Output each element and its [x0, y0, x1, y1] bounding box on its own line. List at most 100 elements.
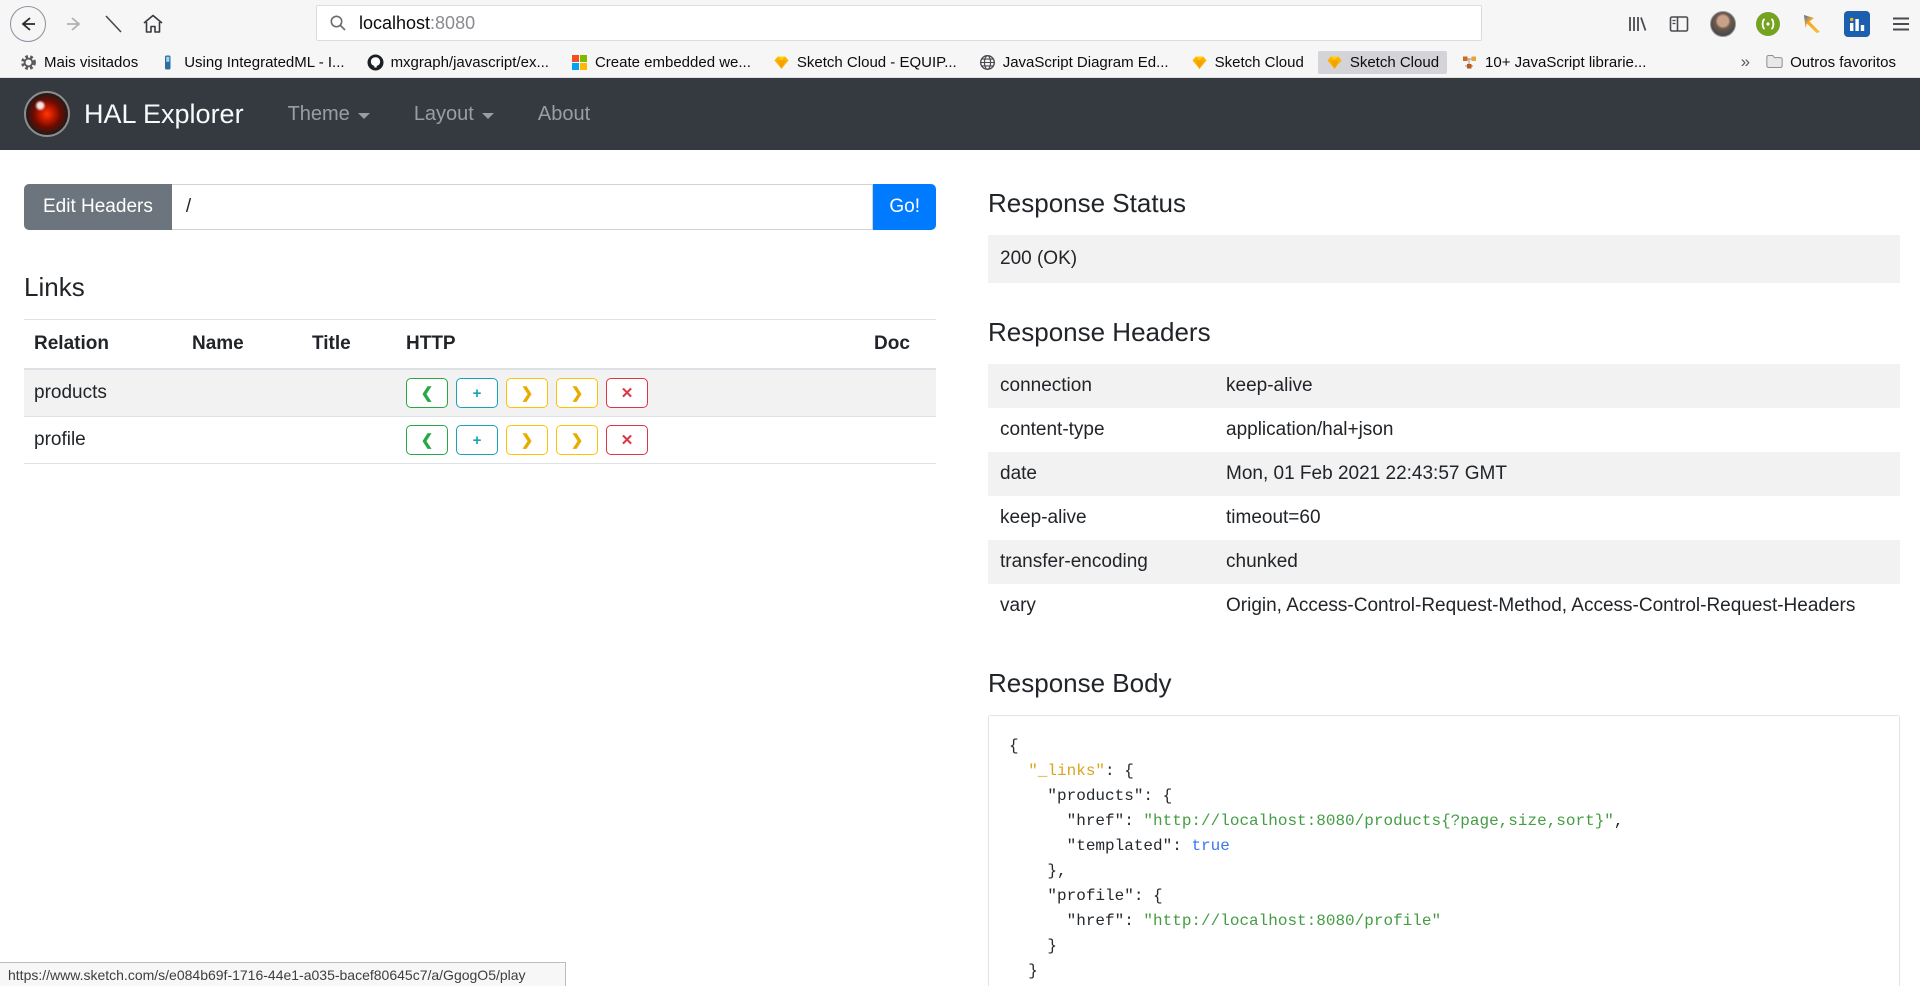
- sketch-diamond-icon: [1326, 54, 1343, 71]
- library-icon[interactable]: [1626, 13, 1648, 35]
- header-row: transfer-encoding chunked: [988, 540, 1900, 584]
- reload-button[interactable]: [102, 13, 124, 35]
- header-name: content-type: [988, 408, 1214, 452]
- doc-cell: [864, 369, 936, 417]
- response-status-table: 200 (OK): [988, 235, 1900, 283]
- caret-down-icon: [358, 113, 370, 119]
- http-get-button[interactable]: ❮: [406, 378, 448, 408]
- response-body-json: { "_links": { "products": { "href": "htt…: [1009, 734, 1879, 986]
- header-name: date: [988, 452, 1214, 496]
- header-row: content-type application/hal+json: [988, 408, 1900, 452]
- bookmark-label: Using IntegratedML - I...: [184, 54, 344, 71]
- col-relation: Relation: [24, 320, 182, 370]
- http-patch-button[interactable]: ❯: [556, 425, 598, 455]
- bookmark-label: Create embedded we...: [595, 54, 751, 71]
- doc-cell: [864, 417, 936, 464]
- header-name: vary: [988, 584, 1214, 628]
- header-value: timeout=60: [1214, 496, 1900, 540]
- home-button[interactable]: [142, 13, 164, 35]
- folder-icon: [1766, 54, 1783, 71]
- bookmark-label: Sketch Cloud: [1215, 54, 1304, 71]
- title-cell: [302, 369, 396, 417]
- header-value: application/hal+json: [1214, 408, 1900, 452]
- bookmarks-overflow-button[interactable]: »: [1731, 52, 1760, 72]
- bookmark-sketch-equip[interactable]: Sketch Cloud - EQUIP...: [765, 51, 965, 74]
- microsoft-icon: [571, 54, 588, 71]
- app-brand[interactable]: HAL Explorer: [84, 99, 244, 130]
- bookmark-js-libraries[interactable]: 10+ JavaScript librarie...: [1453, 51, 1654, 74]
- link-status-tooltip: https://www.sketch.com/s/e084b69f-1716-4…: [0, 962, 566, 986]
- request-bar: Edit Headers Go!: [24, 184, 936, 230]
- response-headers-title: Response Headers: [988, 317, 1900, 348]
- header-name: transfer-encoding: [988, 540, 1214, 584]
- app-nav-links: Theme Layout About: [288, 103, 591, 126]
- status-value: 200 (OK): [988, 235, 1900, 283]
- header-value: Origin, Access-Control-Request-Method, A…: [1214, 584, 1900, 628]
- other-favorites[interactable]: Outros favoritos: [1766, 54, 1908, 71]
- header-row: vary Origin, Access-Control-Request-Meth…: [988, 584, 1900, 628]
- back-button[interactable]: [10, 6, 46, 42]
- uri-input[interactable]: [172, 184, 874, 230]
- relation-cell: profile: [24, 417, 182, 464]
- sketch-diamond-icon: [1191, 54, 1208, 71]
- http-delete-button[interactable]: ✕: [606, 378, 648, 408]
- sketch-diamond-icon: [773, 54, 790, 71]
- col-doc: Doc: [864, 320, 936, 370]
- account-avatar[interactable]: [1710, 11, 1736, 37]
- links-table: Relation Name Title HTTP Doc products ❮ …: [24, 319, 936, 464]
- bookmark-js-diagram[interactable]: JavaScript Diagram Ed...: [971, 51, 1177, 74]
- response-body-card: { "_links": { "products": { "href": "htt…: [988, 715, 1900, 986]
- bookmark-label: Mais visitados: [44, 54, 138, 71]
- url-port: :8080: [430, 13, 475, 34]
- forward-button[interactable]: [64, 14, 84, 34]
- http-patch-button[interactable]: ❯: [556, 378, 598, 408]
- header-name: connection: [988, 364, 1214, 408]
- http-put-button[interactable]: ❯: [506, 378, 548, 408]
- caret-down-icon: [482, 113, 494, 119]
- bookmark-sketch-cloud-1[interactable]: Sketch Cloud: [1183, 51, 1312, 74]
- hal-logo-icon[interactable]: [24, 91, 70, 137]
- browser-toolbar: localhost:8080: [0, 0, 1920, 47]
- header-name: keep-alive: [988, 496, 1214, 540]
- http-post-button[interactable]: +: [456, 378, 498, 408]
- nav-layout[interactable]: Layout: [414, 103, 494, 126]
- links-section-title: Links: [24, 272, 936, 303]
- extension-chart-icon[interactable]: [1844, 11, 1870, 37]
- name-cell: [182, 369, 302, 417]
- table-row-profile: profile ❮ + ❯ ❯ ✕: [24, 417, 936, 464]
- sidebar-icon[interactable]: [1668, 13, 1690, 35]
- bookmark-label: Sketch Cloud: [1350, 54, 1439, 71]
- bookmark-label: 10+ JavaScript librarie...: [1485, 54, 1646, 71]
- bookmark-sketch-cloud-2[interactable]: Sketch Cloud: [1318, 51, 1447, 74]
- bookmark-label: mxgraph/javascript/ex...: [391, 54, 549, 71]
- http-delete-button[interactable]: ✕: [606, 425, 648, 455]
- http-put-button[interactable]: ❯: [506, 425, 548, 455]
- response-body-title: Response Body: [988, 668, 1900, 699]
- doc-blue-icon: [160, 54, 177, 71]
- bookmark-create-embedded[interactable]: Create embedded we...: [563, 51, 759, 74]
- header-row: date Mon, 01 Feb 2021 22:43:57 GMT: [988, 452, 1900, 496]
- response-status-title: Response Status: [988, 188, 1900, 219]
- url-host: localhost: [359, 13, 430, 34]
- address-bar[interactable]: localhost:8080: [316, 5, 1482, 41]
- http-post-button[interactable]: +: [456, 425, 498, 455]
- title-cell: [302, 417, 396, 464]
- forward-arrow-icon: [64, 14, 84, 34]
- diagonal-line-icon: [102, 13, 124, 35]
- edit-headers-button[interactable]: Edit Headers: [24, 184, 172, 230]
- app-navbar: HAL Explorer Theme Layout About: [0, 78, 1920, 150]
- bookmark-mxgraph[interactable]: mxgraph/javascript/ex...: [359, 51, 557, 74]
- http-get-button[interactable]: ❮: [406, 425, 448, 455]
- go-button[interactable]: Go!: [873, 184, 936, 230]
- nav-theme[interactable]: Theme: [288, 103, 370, 126]
- bookmark-label: JavaScript Diagram Ed...: [1003, 54, 1169, 71]
- extension-green-icon[interactable]: [1756, 12, 1780, 36]
- bookmark-mais-visitados[interactable]: Mais visitados: [12, 51, 146, 74]
- page: localhost:8080 Mais visitados Using Inte…: [0, 0, 1920, 986]
- menu-icon[interactable]: [1890, 13, 1912, 35]
- bookmark-integratedml[interactable]: Using IntegratedML - I...: [152, 51, 352, 74]
- node-graph-icon: [1461, 54, 1478, 71]
- table-row-products: products ❮ + ❯ ❯ ✕: [24, 369, 936, 417]
- extension-arrow-icon[interactable]: [1800, 12, 1824, 36]
- nav-about[interactable]: About: [538, 103, 590, 126]
